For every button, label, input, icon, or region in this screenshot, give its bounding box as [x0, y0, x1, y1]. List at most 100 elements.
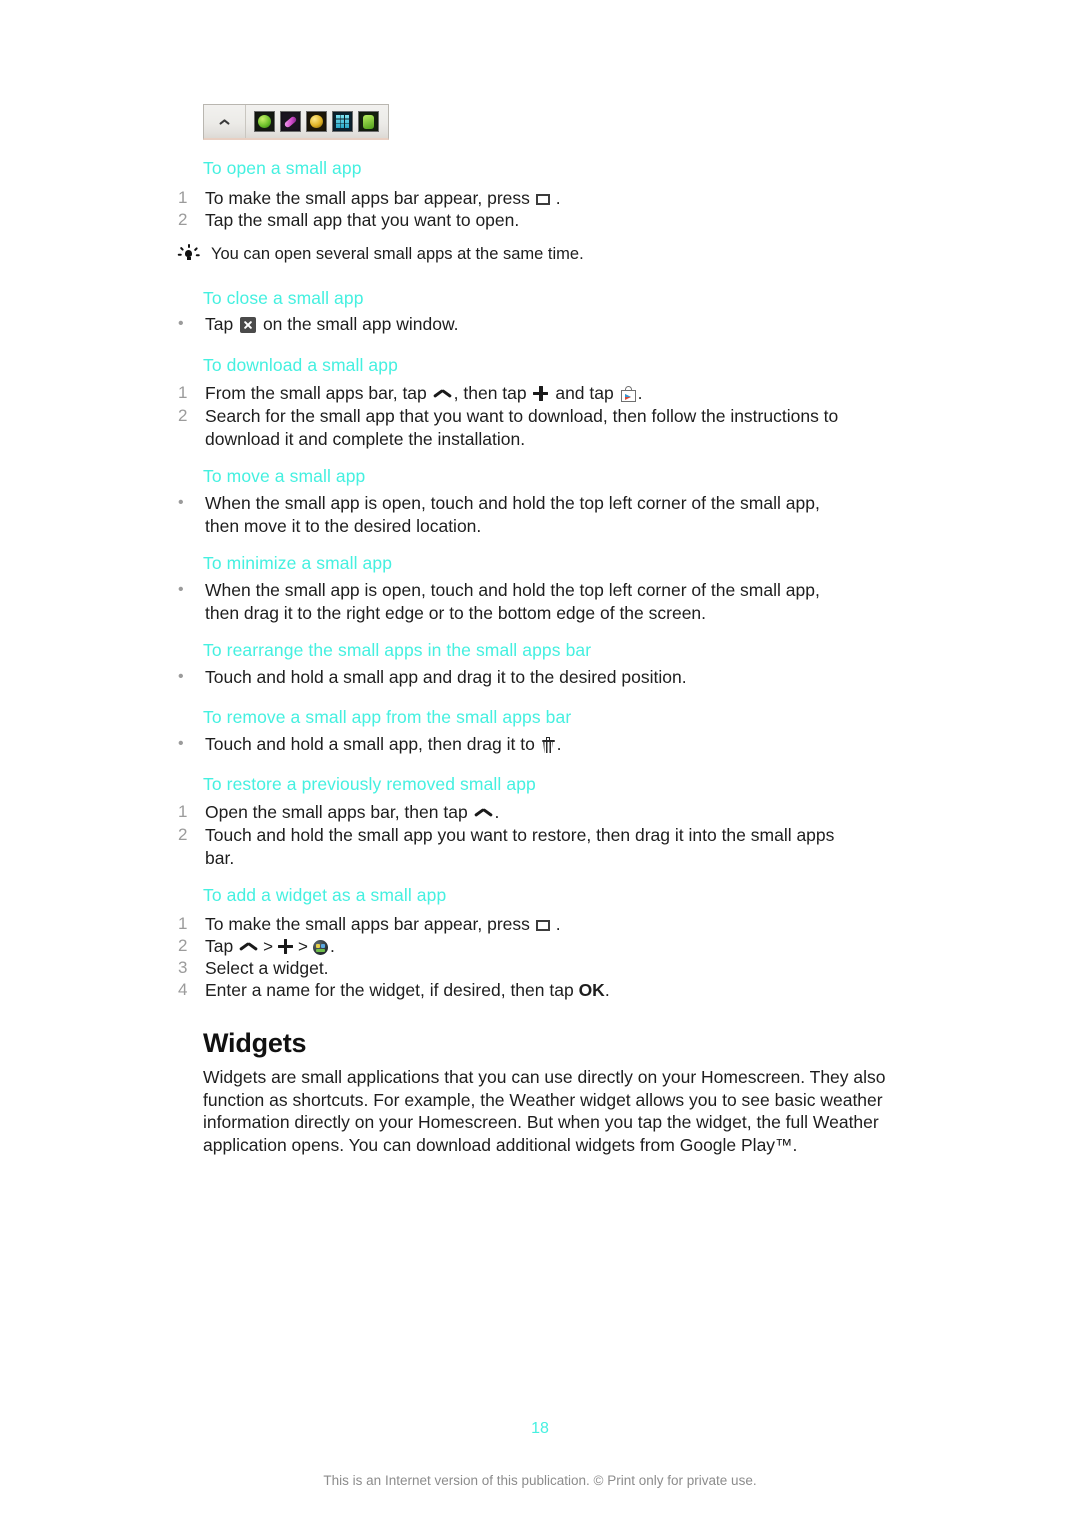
heading-to-move-a-small-app: To move a small app — [203, 466, 366, 486]
trash-icon — [541, 737, 555, 753]
heading-to-open-a-small-app: To open a small app — [203, 158, 362, 178]
list-item: • Tap on the small app window. — [178, 313, 908, 336]
heading-to-add-widget-as-small-app: To add a widget as a small app — [203, 885, 447, 905]
list-item: 3 Select a widget. — [178, 957, 908, 980]
list-marker: 1 — [178, 802, 188, 821]
small-apps-bar-handle — [204, 105, 246, 138]
text-before-icon: To make the small apps bar appear, press — [205, 188, 535, 208]
widgets-paragraph: Widgets are small applications that you … — [203, 1067, 886, 1155]
text-after-icon: . — [555, 188, 561, 208]
tip-callout: You can open several small apps at the s… — [177, 243, 908, 265]
list-item-text: Touch and hold the small app you want to… — [205, 825, 835, 868]
play-store-triangle-2 — [625, 393, 632, 397]
trash-can — [543, 742, 554, 753]
recents-icon — [535, 917, 555, 932]
page-number: 18 — [531, 1420, 549, 1437]
small-apps-bar-icon-list — [246, 111, 379, 132]
text-after-icon: on the small app window. — [258, 314, 459, 334]
tip-text: You can open several small apps at the s… — [211, 245, 584, 263]
list-marker: • — [178, 581, 184, 598]
green-leaf-glyph — [363, 114, 374, 129]
list-item-text: Touch and hold a small app, then drag it… — [205, 733, 908, 756]
list-marker: 3 — [178, 958, 188, 977]
small-app-icon-browser — [254, 111, 275, 132]
list-marker: 2 — [178, 936, 188, 955]
heading-to-close-a-small-app: To close a small app — [203, 288, 364, 308]
list-item-text: Tap on the small app window. — [205, 313, 908, 336]
list-marker: 1 — [178, 914, 188, 933]
list-marker: 2 — [178, 406, 188, 425]
heading-to-download-a-small-app: To download a small app — [203, 355, 398, 375]
small-apps-bar-screenshot — [203, 104, 389, 140]
pink-bar-glyph — [283, 115, 298, 128]
chevron-up-icon — [434, 387, 452, 400]
heading-to-remove-small-app: To remove a small app from the small app… — [203, 707, 572, 727]
list-item-text: Open the small apps bar, then tap . — [205, 801, 908, 824]
list-item: 1 To make the small apps bar appear, pre… — [178, 913, 908, 936]
list-item: 1 Open the small apps bar, then tap . — [178, 801, 908, 824]
document-page: To open a small app 1 To make the small … — [0, 0, 1080, 1527]
list-marker: • — [178, 315, 184, 332]
list-item-text: Select a widget. — [205, 958, 329, 978]
widget-icon-tile-2 — [320, 944, 325, 948]
lightbulb-icon — [177, 244, 200, 264]
list-item: • When the small app is open, touch and … — [178, 579, 838, 624]
lightbulb-ray — [193, 247, 198, 251]
text-after-icon: . — [556, 734, 562, 754]
chevron-up-icon — [219, 118, 230, 125]
lightbulb-base — [186, 257, 191, 260]
green-circle-glyph — [258, 115, 271, 128]
text-before-icon: Open the small apps bar, then tap — [205, 802, 473, 822]
list-item-text: Tap the small app that you want to open. — [205, 210, 520, 230]
list-item: • Touch and hold a small app, then drag … — [178, 733, 908, 756]
gold-circle-glyph — [310, 115, 323, 128]
text-after-icon: . — [637, 383, 643, 403]
list-marker: 1 — [178, 188, 188, 207]
separator-gt-2: > — [298, 937, 308, 956]
text-after-icon: . — [329, 936, 335, 956]
list-marker: 4 — [178, 980, 188, 999]
list-item-text: From the small apps bar, tap , then tap … — [205, 382, 908, 405]
text-after-icon: . — [494, 802, 500, 822]
list-item-text: When the small app is open, touch and ho… — [205, 580, 820, 623]
text-after-bold: . — [604, 980, 610, 1000]
small-app-icon-calculator — [332, 111, 353, 132]
text-before-icon: Tap — [205, 936, 239, 956]
lightbulb-ray — [195, 254, 200, 256]
play-store-icon — [620, 386, 636, 402]
list-marker: 2 — [178, 825, 188, 844]
footer-note: This is an Internet version of this publ… — [323, 1473, 757, 1488]
page-title-widgets: Widgets — [203, 1028, 307, 1058]
list-marker: • — [178, 735, 184, 752]
lightbulb-ray — [179, 247, 184, 251]
text-before-bold: Enter a name for the widget, if desired,… — [205, 980, 579, 1000]
list-marker: 2 — [178, 210, 188, 229]
text-before-icon: Touch and hold a small app, then drag it… — [205, 734, 540, 754]
list-item: 2 Tap > >. — [178, 935, 908, 959]
chevron-up-icon — [240, 940, 258, 953]
lightbulb-ray — [177, 254, 182, 256]
recents-icon — [535, 191, 555, 206]
list-item: 2 Search for the small app that you want… — [178, 405, 843, 450]
plus-icon — [278, 939, 294, 954]
heading-to-minimize-a-small-app: To minimize a small app — [203, 553, 393, 573]
widget-icon-tile-3 — [315, 949, 325, 952]
small-app-icon-fifth — [358, 111, 379, 132]
cyan-grid-glyph — [336, 115, 349, 128]
list-item-text: Touch and hold a small app and drag it t… — [205, 667, 687, 687]
lightbulb-ray — [188, 244, 190, 248]
list-marker: 1 — [178, 383, 188, 402]
close-icon — [240, 317, 257, 333]
chevron-up-icon — [475, 806, 493, 819]
list-item-text: When the small app is open, touch and ho… — [205, 493, 820, 536]
list-item: 2 Touch and hold the small app you want … — [178, 824, 858, 869]
list-item: 2 Tap the small app that you want to ope… — [178, 209, 908, 232]
text-before-icon: Tap — [205, 314, 239, 334]
ok-button-label: OK — [578, 980, 605, 1000]
text-before-icon: From the small apps bar, tap — [205, 383, 432, 403]
list-item-text: Search for the small app that you want t… — [205, 406, 839, 449]
recents-icon-front — [535, 920, 550, 931]
list-item-text: To make the small apps bar appear, press… — [205, 913, 908, 936]
list-marker: • — [178, 668, 184, 685]
text-between-icons-2: and tap — [550, 383, 619, 403]
